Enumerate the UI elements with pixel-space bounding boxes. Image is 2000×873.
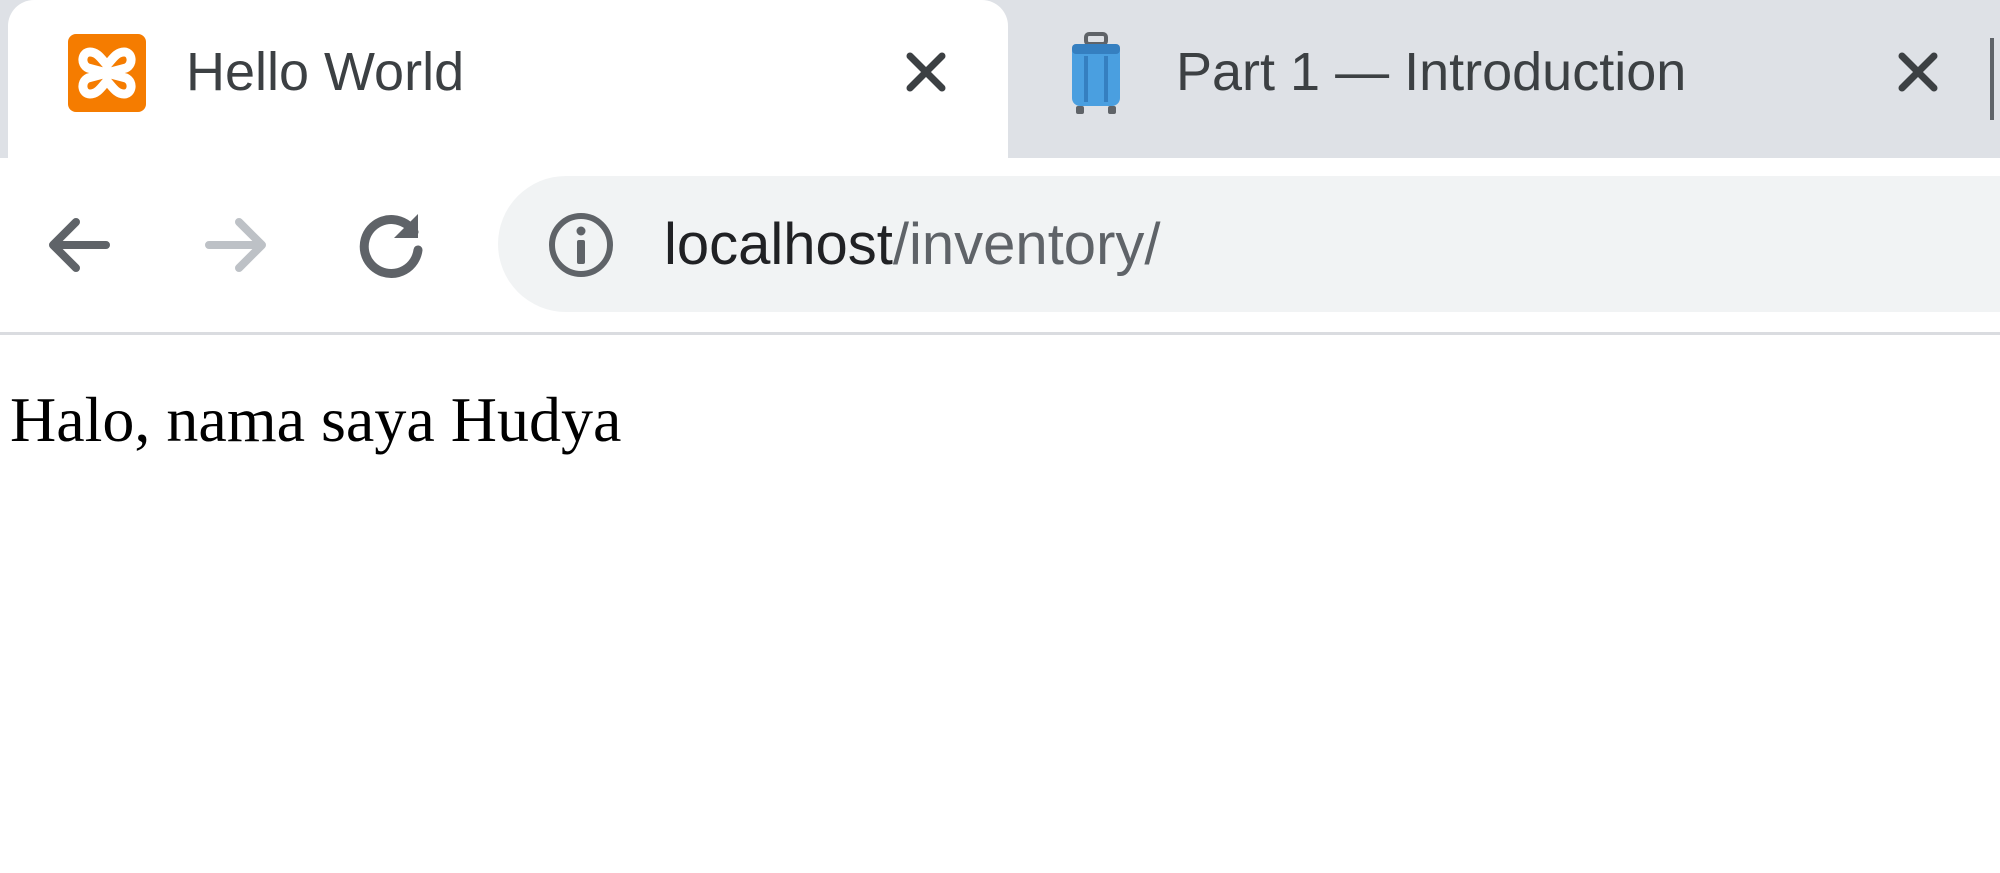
url-path: /inventory/: [892, 212, 1161, 277]
reload-button[interactable]: [348, 202, 434, 288]
arrow-right-icon: [205, 218, 266, 272]
tab-title: Hello World: [186, 42, 465, 102]
back-button[interactable]: [36, 202, 122, 288]
browser-toolbar: localhost/inventory/: [0, 158, 2000, 335]
address-bar[interactable]: localhost/inventory/: [498, 176, 2000, 312]
reload-icon: [359, 214, 423, 278]
tab-hello-world[interactable]: Hello World: [8, 0, 1008, 158]
info-icon[interactable]: [546, 210, 616, 280]
arrow-left-icon: [49, 218, 110, 272]
url-host: localhost: [664, 212, 893, 277]
url-text[interactable]: localhost/inventory/: [664, 210, 1161, 280]
tab-part-1-introduction[interactable]: Part 1 — Introduction: [1005, 0, 2000, 158]
tab-separator: [1990, 38, 1994, 120]
page-viewport: Halo, nama saya Hudya: [0, 335, 2000, 873]
xampp-icon: [68, 34, 146, 112]
tab-title: Part 1 — Introduction: [1176, 42, 1687, 102]
page-body-text: Halo, nama saya Hudya: [10, 384, 622, 455]
tab-close-icon[interactable]: [898, 44, 954, 100]
tab-strip: Hello World Part 1 — Introduction: [0, 0, 2000, 158]
tab-close-icon[interactable]: [1890, 44, 1946, 100]
forward-button[interactable]: [193, 202, 279, 288]
suitcase-icon: [1066, 32, 1126, 116]
